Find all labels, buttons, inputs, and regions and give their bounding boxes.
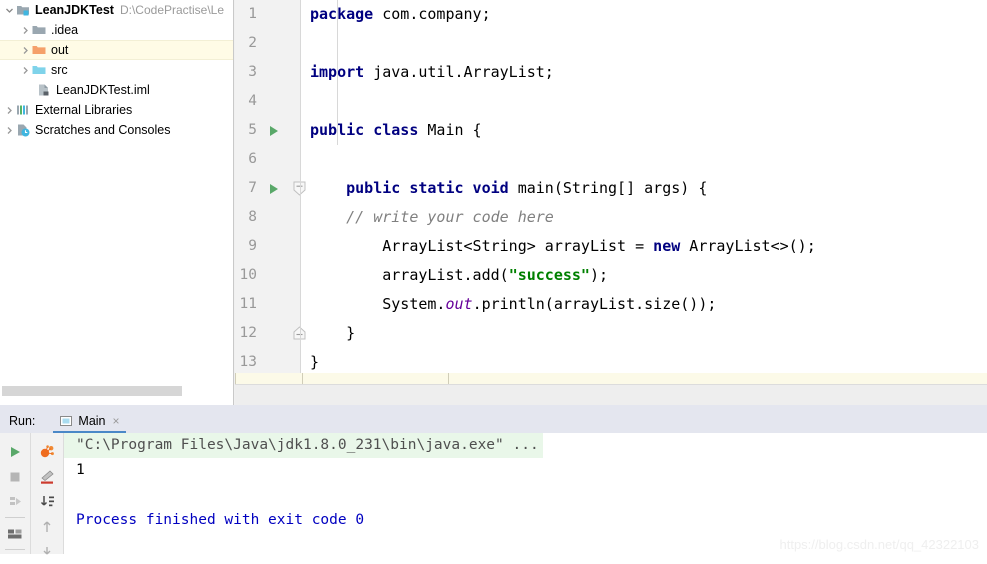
editor-breadcrumb-strip xyxy=(235,373,987,384)
scroll-down-icon[interactable] xyxy=(31,489,63,514)
arrow-down-icon[interactable] xyxy=(31,539,63,564)
run-class-gutter-icon[interactable] xyxy=(268,116,280,145)
project-horizontal-scrollbar[interactable] xyxy=(0,386,233,396)
line-number: 12 xyxy=(239,325,257,341)
tree-item-label: out xyxy=(51,42,69,57)
run-toolbar-left[interactable] xyxy=(0,433,31,554)
tab-label: Main xyxy=(78,414,106,428)
top-area: LeanJDKTest D:\CodePractise\Le .idea out… xyxy=(0,0,987,405)
code-area[interactable]: 1 2 3 4 5 6 7 8 9 10 11 12 13 package co… xyxy=(235,0,987,384)
line-number: 11 xyxy=(239,296,257,312)
project-scrollbar-thumb[interactable] xyxy=(2,386,182,396)
project-path-text: D:\CodePractise\Le xyxy=(119,3,225,17)
pencil-underline-icon[interactable] xyxy=(31,464,63,489)
console-tab-icon xyxy=(59,414,73,428)
line-number: 6 xyxy=(248,151,257,167)
line-number: 3 xyxy=(248,64,257,80)
chevron-right-icon[interactable] xyxy=(4,125,15,136)
folder-gray-icon xyxy=(31,22,47,38)
line-number: 7 xyxy=(248,180,257,196)
tree-item-label: Scratches and Consoles xyxy=(35,122,171,137)
run-method-gutter-icon[interactable] xyxy=(268,174,280,203)
layout-button[interactable] xyxy=(0,521,30,546)
project-tool-window[interactable]: LeanJDKTest D:\CodePractise\Le .idea out… xyxy=(0,0,233,405)
tree-item-label: LeanJDKTest.iml xyxy=(56,82,150,97)
run-tool-window-header: Run: Main × xyxy=(0,409,987,433)
toolbar-separator xyxy=(5,549,25,550)
arrow-up-icon[interactable] xyxy=(31,514,63,539)
folder-blue-icon xyxy=(31,62,47,78)
line-number: 10 xyxy=(239,267,257,283)
code-line-3: import java.util.ArrayList; xyxy=(310,63,554,81)
tree-item-project-root[interactable]: LeanJDKTest D:\CodePractise\Le xyxy=(0,0,233,20)
close-icon[interactable]: × xyxy=(113,415,120,427)
tree-item-label: LeanJDKTest xyxy=(35,2,114,17)
code-line-11: System.out.println(arrayList.size()); xyxy=(310,295,717,313)
line-number: 1 xyxy=(248,6,257,22)
iml-file-icon xyxy=(36,82,52,98)
code-line-9: ArrayList<String> arrayList = new ArrayL… xyxy=(310,237,816,255)
tree-item-iml-file[interactable]: LeanJDKTest.iml xyxy=(0,80,233,100)
chevron-right-icon[interactable] xyxy=(20,25,31,36)
project-module-icon xyxy=(15,2,31,18)
line-number: 4 xyxy=(248,93,257,109)
tree-item-label: External Libraries xyxy=(35,102,133,117)
chevron-right-icon[interactable] xyxy=(20,45,31,56)
chevron-right-icon[interactable] xyxy=(4,105,15,116)
console-command-line: "C:\Program Files\Java\jdk1.8.0_231\bin\… xyxy=(64,433,543,458)
rerun-button[interactable] xyxy=(0,439,30,464)
code-line-10: arrayList.add("success"); xyxy=(310,266,609,284)
console-output[interactable]: "C:\Program Files\Java\jdk1.8.0_231\bin\… xyxy=(64,433,987,554)
run-label: Run: xyxy=(9,414,36,428)
console-exit-line: Process finished with exit code 0 xyxy=(76,512,365,528)
tree-item-src[interactable]: src xyxy=(0,60,233,80)
tree-item-scratches-and-consoles[interactable]: Scratches and Consoles xyxy=(0,120,233,140)
tree-item-external-libraries[interactable]: External Libraries xyxy=(0,100,233,120)
stop-button[interactable] xyxy=(0,464,30,489)
line-number: 9 xyxy=(248,238,257,254)
code-line-5: public class Main { xyxy=(310,121,482,139)
editor-gutter[interactable]: 1 2 3 4 5 6 7 8 9 10 11 12 13 xyxy=(235,0,306,384)
project-tree[interactable]: LeanJDKTest D:\CodePractise\Le .idea out… xyxy=(0,0,233,140)
tree-item-idea[interactable]: .idea xyxy=(0,20,233,40)
line-number: 5 xyxy=(248,122,257,138)
watermark-text: https://blog.csdn.net/qq_42322103 xyxy=(779,537,980,552)
scratches-icon xyxy=(15,122,31,138)
code-line-12: } xyxy=(310,324,356,342)
code-line-1: package com.company; xyxy=(310,5,491,23)
editor-horizontal-scrollbar[interactable] xyxy=(235,384,987,405)
run-tool-window-body: "C:\Program Files\Java\jdk1.8.0_231\bin\… xyxy=(0,433,987,554)
resume-program-button[interactable] xyxy=(0,489,30,514)
line-number: 8 xyxy=(248,209,257,225)
tree-item-label: src xyxy=(51,62,68,77)
run-toolbar-right[interactable] xyxy=(31,433,64,554)
code-text[interactable]: package com.company; import java.util.Ar… xyxy=(301,0,987,384)
code-line-7: public static void main(String[] args) { xyxy=(346,179,708,197)
intellij-idea-window: LeanJDKTest D:\CodePractise\Le .idea out… xyxy=(0,0,987,554)
tree-item-out[interactable]: out xyxy=(0,40,233,60)
folder-orange-icon xyxy=(31,42,47,58)
chevron-down-icon[interactable] xyxy=(4,5,15,16)
tree-item-label: .idea xyxy=(51,22,79,37)
line-number: 2 xyxy=(248,35,257,51)
chevron-right-icon[interactable] xyxy=(20,65,31,76)
code-editor[interactable]: 1 2 3 4 5 6 7 8 9 10 11 12 13 package co… xyxy=(235,0,987,405)
coverage-icon[interactable] xyxy=(31,439,63,464)
libraries-icon xyxy=(15,102,31,118)
tab-main[interactable]: Main × xyxy=(53,409,126,433)
code-line-8: // write your code here xyxy=(310,208,554,226)
toolbar-separator xyxy=(5,517,25,518)
console-program-output: 1 xyxy=(76,462,85,478)
indent-guide xyxy=(337,0,338,145)
run-tool-window: Run: Main × "C:\Program Files\Java\jdk1.… xyxy=(0,409,987,554)
